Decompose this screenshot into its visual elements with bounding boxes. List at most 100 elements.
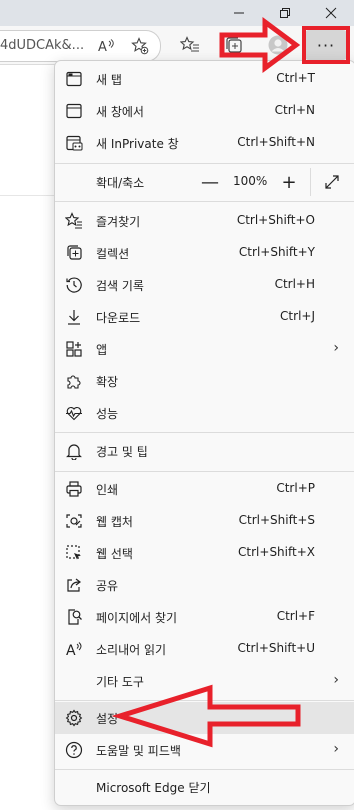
menu-item-read-aloud[interactable]: A 소리내어 읽기 Ctrl+Shift+U: [55, 633, 354, 665]
menu-separator: [55, 769, 354, 770]
menu-item-zoom: 확대/축소 — 100% +: [55, 166, 354, 198]
menu-item-label: 소리내어 읽기: [96, 643, 167, 657]
menu-item-label: 새 탭: [96, 73, 122, 87]
menu-item-performance[interactable]: 성능: [55, 397, 354, 429]
new-tab-icon: [65, 70, 83, 88]
restore-button[interactable]: [262, 0, 308, 26]
close-window-button[interactable]: [308, 0, 354, 26]
fullscreen-button[interactable]: [319, 170, 345, 194]
shortcut-label: Ctrl+P: [276, 481, 315, 495]
profile-avatar[interactable]: [268, 35, 288, 55]
address-bar[interactable]: 4dUDCAk&... A: [0, 30, 161, 62]
web-capture-icon: [65, 512, 83, 530]
menu-separator: [55, 163, 354, 164]
menu-item-collections[interactable]: 컬렉션 Ctrl+Shift+Y: [55, 237, 354, 269]
zoom-in-button[interactable]: +: [276, 170, 302, 194]
zoom-out-button[interactable]: —: [197, 170, 223, 194]
menu-item-history[interactable]: 검색 기록 Ctrl+H: [55, 269, 354, 301]
shortcut-label: Ctrl+J: [280, 309, 315, 323]
shortcut-label: Ctrl+Shift+U: [237, 641, 315, 655]
shortcut-label: Ctrl+H: [274, 277, 315, 291]
restore-icon: [280, 8, 290, 18]
performance-heart-icon: [65, 404, 83, 422]
menu-item-extensions[interactable]: 확장: [55, 365, 354, 397]
menu-item-new-tab[interactable]: 새 탭 Ctrl+T: [55, 63, 354, 95]
menu-item-label: 웹 캡처: [96, 515, 133, 529]
extensions-icon: [65, 372, 83, 390]
inprivate-icon: [65, 134, 83, 152]
menu-item-share[interactable]: 공유: [55, 569, 354, 601]
fullscreen-icon: [325, 175, 339, 189]
bell-icon: [65, 442, 83, 460]
add-favorite-icon[interactable]: [131, 37, 149, 55]
menu-item-label: 인쇄: [96, 483, 119, 497]
settings-and-more-button[interactable]: ···: [305, 30, 347, 60]
web-select-icon: [65, 544, 83, 562]
shortcut-label: Ctrl+Shift+O: [236, 213, 315, 227]
title-bar: [0, 0, 354, 26]
menu-item-label: 확장: [96, 375, 119, 389]
menu-item-apps[interactable]: 앱 ›: [55, 333, 354, 365]
menu-item-label: 컬렉션: [96, 247, 130, 261]
menu-item-new-window[interactable]: 새 창에서 Ctrl+N: [55, 95, 354, 127]
menu-item-web-capture[interactable]: 웹 캡처 Ctrl+Shift+S: [55, 505, 354, 537]
chevron-right-icon: ›: [333, 672, 339, 688]
menu-item-favorites[interactable]: 즐겨찾기 Ctrl+Shift+O: [55, 205, 354, 237]
zoom-value: 100%: [233, 174, 268, 188]
menu-item-label: 즐겨찾기: [96, 215, 141, 229]
menu-item-label: 설정: [96, 712, 119, 726]
read-aloud-icon: A: [65, 640, 83, 658]
menu-item-settings[interactable]: 설정: [55, 702, 354, 734]
chevron-right-icon: ›: [333, 340, 339, 356]
chevron-right-icon: ›: [333, 741, 339, 757]
gear-icon: [65, 709, 83, 727]
menu-item-web-select[interactable]: 웹 선택 Ctrl+Shift+X: [55, 537, 354, 569]
menu-item-print[interactable]: 인쇄 Ctrl+P: [55, 473, 354, 505]
collections-icon: [65, 244, 83, 262]
favorites-icon: [65, 212, 83, 230]
menu-item-help[interactable]: 도움말 및 피드백 ›: [55, 734, 354, 766]
menu-item-find[interactable]: 페이지에서 찾기 Ctrl+F: [55, 601, 354, 633]
menu-item-alerts[interactable]: 경고 및 팁: [55, 435, 354, 467]
menu-item-label: 웹 선택: [96, 547, 133, 561]
menu-item-close-edge[interactable]: Microsoft Edge 닫기: [55, 771, 354, 803]
minimize-button[interactable]: [216, 0, 262, 26]
shortcut-label: Ctrl+Shift+X: [238, 545, 315, 559]
menu-separator: [55, 201, 354, 202]
menu-item-label: 도움말 및 피드백: [96, 744, 181, 758]
read-aloud-icon[interactable]: A: [97, 37, 115, 55]
printer-icon: [65, 480, 83, 498]
shortcut-label: Ctrl+F: [276, 609, 315, 623]
download-icon: [65, 308, 83, 326]
shortcut-label: Ctrl+Shift+N: [237, 135, 315, 149]
menu-item-label: 검색 기록: [96, 279, 144, 293]
menu-separator: [55, 432, 354, 433]
divider: [0, 195, 54, 196]
menu-item-downloads[interactable]: 다운로드 Ctrl+J: [55, 301, 354, 333]
shortcut-label: Ctrl+Shift+Y: [238, 245, 315, 259]
menu-item-label: 성능: [96, 407, 119, 421]
menu-item-label: 다운로드: [96, 311, 141, 325]
new-window-icon: [65, 102, 83, 120]
menu-item-label: 새 창에서: [96, 105, 144, 119]
menu-item-label: 새 InPrivate 창: [96, 137, 179, 151]
shortcut-label: Ctrl+T: [276, 71, 315, 85]
zoom-divider: [310, 168, 311, 196]
help-icon: [65, 741, 83, 759]
collections-icon[interactable]: [224, 35, 244, 55]
menu-item-new-inprivate[interactable]: 새 InPrivate 창 Ctrl+Shift+N: [55, 127, 354, 159]
menu-item-more-tools[interactable]: 기타 도구 ›: [55, 665, 354, 697]
menu-item-label: 앱: [96, 343, 108, 357]
find-on-page-icon: [65, 608, 83, 626]
favorites-icon[interactable]: [180, 35, 200, 55]
close-icon: [325, 7, 337, 19]
history-icon: [65, 276, 83, 294]
menu-item-label: 공유: [96, 579, 119, 593]
settings-and-more-menu: 새 탭 Ctrl+T 새 창에서 Ctrl+N 새 InPrivate 창 Ct…: [54, 60, 354, 806]
shortcut-label: Ctrl+Shift+S: [238, 513, 315, 527]
menu-separator: [55, 471, 354, 472]
page-content-area: [0, 65, 54, 810]
menu-item-label: 경고 및 팁: [96, 445, 148, 459]
menu-item-label: 페이지에서 찾기: [96, 611, 178, 625]
svg-text:A: A: [98, 40, 107, 54]
